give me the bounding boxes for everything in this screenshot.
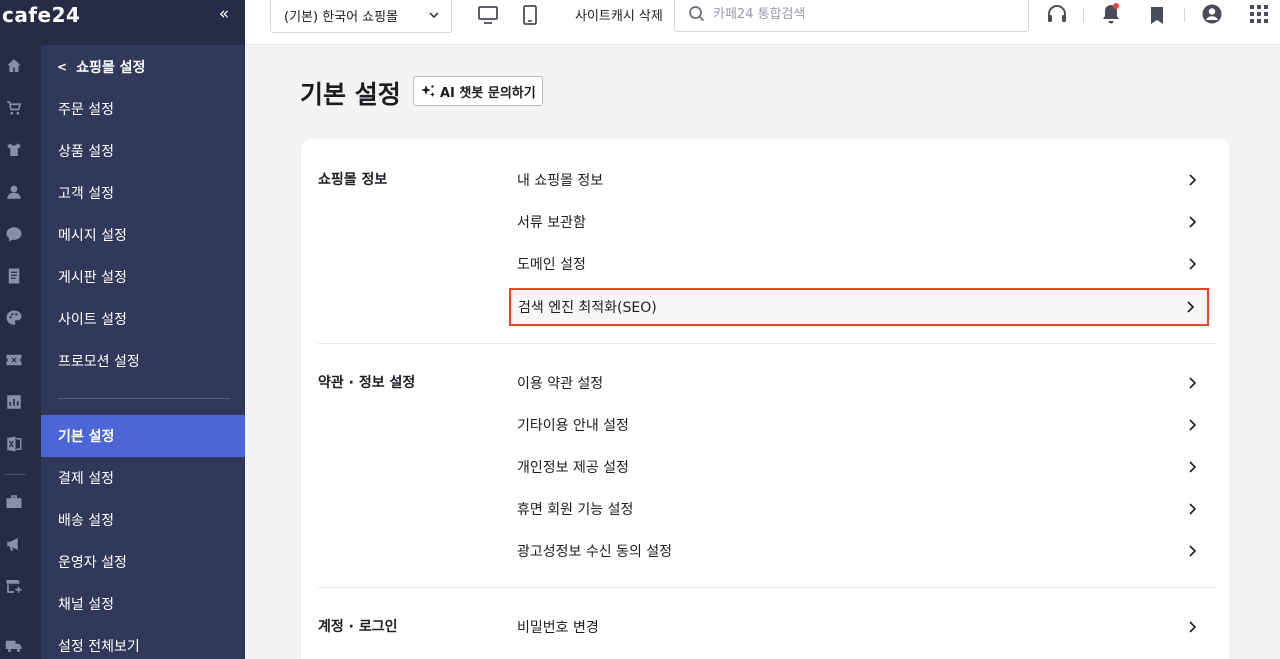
chevron-right-icon [1189, 419, 1197, 431]
section-divider [318, 343, 1215, 344]
link-document-storage[interactable]: 서류 보관함 [509, 203, 1209, 241]
mobile-view-icon[interactable] [519, 4, 541, 26]
chevron-right-icon [1189, 258, 1197, 270]
link-domain-settings[interactable]: 도메인 설정 [509, 245, 1209, 283]
integrated-search [674, 0, 1029, 32]
chevron-right-icon [1189, 377, 1197, 389]
desktop-view-icon[interactable] [477, 4, 499, 26]
notification-dot [1113, 3, 1119, 9]
menu-item-shipping-settings[interactable]: 배송 설정 [41, 499, 245, 541]
topbar-divider [1083, 8, 1084, 22]
topbar-divider [1184, 8, 1185, 22]
cart-icon[interactable] [5, 99, 23, 117]
link-label: 서류 보관함 [517, 215, 586, 231]
headset-icon[interactable] [1046, 3, 1068, 25]
chevron-right-icon [1189, 216, 1197, 228]
logo-bar: cafe24 « [0, 0, 245, 45]
section-title-account-login: 계정 · 로그인 [318, 619, 398, 635]
menu-divider [58, 398, 230, 399]
chevron-right-icon [1189, 174, 1197, 186]
link-label: 비밀번호 변경 [517, 620, 599, 636]
link-label: 광고성정보 수신 동의 설정 [517, 544, 673, 560]
link-change-password[interactable]: 비밀번호 변경 [509, 608, 1209, 646]
settings-card: 쇼핑몰 정보 내 쇼핑몰 정보 서류 보관함 도메인 설정 검색 엔진 최적화(… [300, 137, 1231, 659]
menu-item-board-settings[interactable]: 게시판 설정 [41, 256, 245, 298]
link-ad-consent[interactable]: 광고성정보 수신 동의 설정 [509, 532, 1209, 570]
sparkle-icon [421, 85, 435, 97]
section-title-mall-info: 쇼핑몰 정보 [318, 172, 388, 188]
chevron-left-icon: < [57, 60, 68, 74]
back-to-mall-settings[interactable]: < 쇼핑몰 설정 [57, 56, 145, 78]
link-privacy-sharing[interactable]: 개인정보 제공 설정 [509, 448, 1209, 486]
truck-icon[interactable] [5, 637, 23, 655]
menu-item-promotion-settings[interactable]: 프로모션 설정 [41, 340, 245, 382]
link-label: 휴면 회원 기능 설정 [517, 502, 634, 518]
chart-icon[interactable] [5, 393, 23, 411]
ai-chatbot-label: AI 챗봇 문의하기 [440, 85, 536, 101]
account-icon[interactable] [1201, 3, 1223, 25]
megaphone-icon[interactable] [5, 535, 23, 553]
link-label: 기타이용 안내 설정 [517, 418, 629, 434]
chevron-down-icon [429, 12, 439, 18]
palette-icon[interactable] [5, 309, 23, 327]
menu-item-all-settings[interactable]: 설정 전체보기 [41, 625, 245, 659]
icon-rail [0, 0, 41, 659]
shirt-icon[interactable] [5, 141, 23, 159]
chevron-right-icon [1187, 301, 1195, 313]
chevron-right-icon [1189, 461, 1197, 473]
section-divider [318, 587, 1215, 588]
mall-select-value: (기본) 한국어 쇼핑몰 [284, 10, 399, 25]
link-label: 도메인 설정 [517, 257, 586, 273]
rail-divider [4, 474, 26, 475]
menu-item-site-settings[interactable]: 사이트 설정 [41, 298, 245, 340]
clear-site-cache-button[interactable]: 사이트캐시 삭제 [575, 5, 663, 24]
menu-item-customer-settings[interactable]: 고객 설정 [41, 172, 245, 214]
menu-item-payment-settings[interactable]: 결제 설정 [41, 457, 245, 499]
link-dormant-member[interactable]: 휴면 회원 기능 설정 [509, 490, 1209, 528]
ai-chatbot-button[interactable]: AI 챗봇 문의하기 [413, 76, 543, 106]
menu-item-product-settings[interactable]: 상품 설정 [41, 130, 245, 172]
collapse-sidebar-button[interactable]: « [215, 4, 233, 24]
mall-language-select[interactable]: (기본) 한국어 쇼핑몰 [270, 0, 452, 33]
notification-bell-icon[interactable] [1100, 3, 1122, 25]
shop-add-icon[interactable] [5, 577, 23, 595]
search-icon [689, 6, 705, 22]
menu-item-operator-settings[interactable]: 운영자 설정 [41, 541, 245, 583]
menu-item-basic-settings[interactable]: 기본 설정 [41, 415, 245, 457]
link-label: 내 쇼핑몰 정보 [517, 173, 604, 189]
menu-item-channel-settings[interactable]: 채널 설정 [41, 583, 245, 625]
store-icon[interactable] [5, 493, 23, 511]
top-bar: (기본) 한국어 쇼핑몰 사이트캐시 삭제 [245, 0, 1280, 45]
link-terms-of-use[interactable]: 이용 약관 설정 [509, 364, 1209, 402]
home-icon[interactable] [5, 57, 23, 75]
link-label: 개인정보 제공 설정 [517, 460, 629, 476]
chevron-right-icon [1189, 621, 1197, 633]
search-input[interactable] [713, 2, 1013, 26]
link-other-usage-guide[interactable]: 기타이용 안내 설정 [509, 406, 1209, 444]
menu-item-message-settings[interactable]: 메시지 설정 [41, 214, 245, 256]
bookmark-icon[interactable] [1146, 4, 1168, 26]
chevron-right-icon [1189, 545, 1197, 557]
menu-item-order-settings[interactable]: 주문 설정 [41, 88, 245, 130]
settings-submenu: < 쇼핑몰 설정 주문 설정 상품 설정 고객 설정 메시지 설정 게시판 설정… [41, 45, 245, 659]
chat-icon[interactable] [5, 225, 23, 243]
excel-icon[interactable] [5, 435, 23, 453]
chevron-right-icon [1189, 503, 1197, 515]
ticket-icon[interactable] [5, 351, 23, 369]
section-title-terms: 약관 · 정보 설정 [318, 375, 416, 391]
person-icon[interactable] [5, 183, 23, 201]
cafe24-logo[interactable]: cafe24 [2, 3, 80, 27]
submenu-title: 쇼핑몰 설정 [76, 60, 146, 76]
apps-grid-icon[interactable] [1248, 3, 1270, 25]
link-my-mall-info[interactable]: 내 쇼핑몰 정보 [509, 161, 1209, 199]
link-seo-settings[interactable]: 검색 엔진 최적화(SEO) [509, 288, 1209, 326]
link-label: 이용 약관 설정 [517, 376, 604, 392]
document-icon[interactable] [5, 267, 23, 285]
page-title: 기본 설정 [300, 80, 401, 109]
link-label: 검색 엔진 최적화(SEO) [518, 300, 657, 316]
